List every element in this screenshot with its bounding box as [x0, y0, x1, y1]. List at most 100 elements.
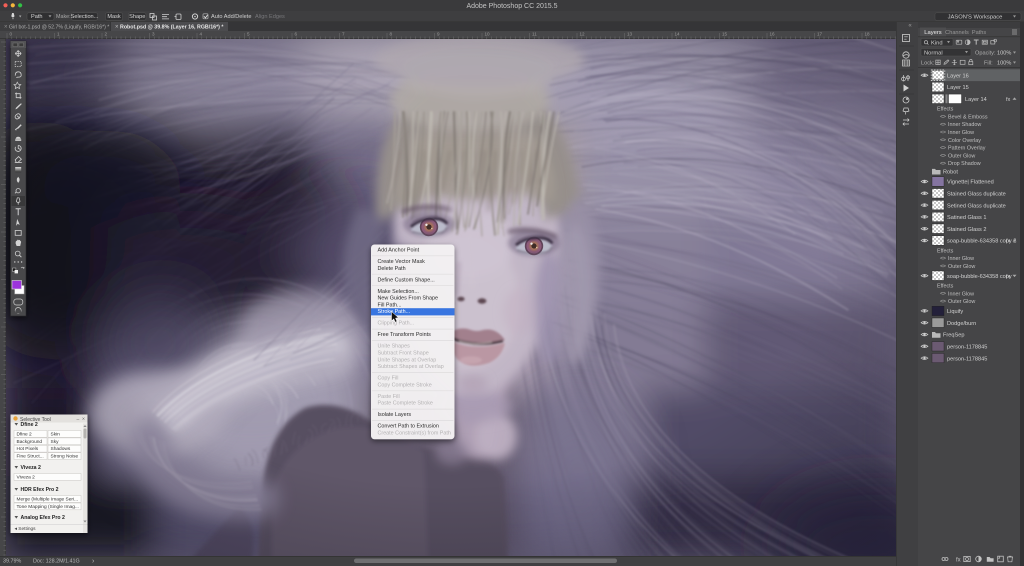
svg-text:person-1178845: person-1178845 [947, 356, 987, 362]
svg-text:100%: 100% [997, 61, 1011, 67]
svg-text:Delete Path: Delete Path [378, 266, 406, 272]
svg-text:×: × [115, 25, 119, 31]
svg-text:Path: Path [31, 14, 43, 20]
svg-text:11: 11 [532, 32, 537, 37]
svg-text:Stained Glass 2: Stained Glass 2 [947, 227, 987, 233]
svg-text:Layers: Layers [924, 30, 942, 36]
svg-text:Dfine 2: Dfine 2 [17, 431, 33, 437]
svg-text:Paths: Paths [972, 30, 987, 36]
svg-text:Robot: Robot [943, 170, 958, 176]
svg-text:soap-bubble-634358 copy: soap-bubble-634358 copy [947, 274, 1012, 280]
svg-text:Fine Struct...: Fine Struct... [17, 454, 44, 460]
svg-text:16: 16 [770, 32, 776, 37]
svg-text:Outer Glow: Outer Glow [948, 153, 975, 159]
svg-text:Outer Glow: Outer Glow [948, 264, 975, 270]
svg-text:17: 17 [817, 32, 823, 37]
svg-text:18: 18 [865, 32, 871, 37]
svg-text:Fill:: Fill: [984, 61, 993, 67]
svg-text:Liquify: Liquify [947, 309, 963, 315]
svg-text:14: 14 [675, 32, 681, 37]
svg-text:5: 5 [247, 32, 250, 37]
svg-text:Paste Complete Stroke: Paste Complete Stroke [378, 401, 433, 407]
svg-text:Setined Glass duplicate: Setined Glass duplicate [947, 203, 1006, 209]
svg-text:Inner Glow: Inner Glow [948, 291, 974, 297]
svg-text:7: 7 [342, 32, 345, 37]
svg-text:Add Anchor Point: Add Anchor Point [378, 248, 420, 254]
svg-text:Free Transform Points: Free Transform Points [378, 332, 432, 338]
svg-text:8: 8 [390, 32, 393, 37]
svg-text:Sky: Sky [51, 439, 60, 445]
svg-text:person-1178845: person-1178845 [947, 345, 987, 351]
svg-text:Outer Glow: Outer Glow [948, 299, 975, 305]
svg-text:Inner Glow: Inner Glow [948, 256, 974, 262]
svg-text:Channels: Channels [945, 30, 969, 36]
svg-text:Create Constraint(s) from Path: Create Constraint(s) from Path [378, 431, 451, 437]
svg-text:Shape: Shape [129, 14, 145, 20]
svg-text:Dfine 2: Dfine 2 [21, 422, 38, 428]
svg-text:fx: fx [1006, 239, 1011, 245]
svg-text:Skin: Skin [51, 431, 61, 437]
svg-text:Opacity:: Opacity: [975, 51, 996, 57]
svg-text:Define Custom Shape...: Define Custom Shape... [378, 277, 435, 283]
svg-text:Mask: Mask [107, 14, 121, 20]
svg-text:1: 1 [57, 32, 60, 37]
svg-text:Stained Glass duplicate: Stained Glass duplicate [947, 192, 1006, 198]
svg-text:Make:: Make: [56, 14, 71, 20]
svg-text:Inner Shadow: Inner Shadow [948, 122, 981, 128]
svg-text:Color Overlay: Color Overlay [948, 138, 981, 144]
svg-text:Unite Shapes: Unite Shapes [378, 344, 411, 350]
svg-text:Vignette| Flattened: Vignette| Flattened [947, 180, 994, 186]
svg-text:Create Vector Mask: Create Vector Mask [378, 259, 426, 265]
svg-text:0: 0 [10, 32, 13, 37]
svg-text:Effects: Effects [937, 284, 954, 290]
svg-text:Selection...: Selection... [71, 14, 99, 20]
svg-text:Unite Shapes at Overlap: Unite Shapes at Overlap [378, 357, 437, 363]
svg-text:Hot Pixels: Hot Pixels [17, 446, 39, 452]
svg-text:Background: Background [17, 439, 43, 445]
svg-text:HDR Efex Pro 2: HDR Efex Pro 2 [21, 487, 59, 493]
svg-text:Inner Glow: Inner Glow [948, 130, 974, 136]
svg-text:Bevel & Emboss: Bevel & Emboss [948, 114, 988, 120]
svg-text:Strong Noise: Strong Noise [51, 454, 79, 460]
svg-text:Doc: 128.2M/1.41G: Doc: 128.2M/1.41G [33, 559, 80, 565]
svg-text:×: × [82, 417, 85, 423]
svg-text:fx: fx [956, 558, 961, 564]
svg-text:9: 9 [437, 32, 440, 37]
svg-text:Subtract Front Shape: Subtract Front Shape [378, 351, 429, 357]
svg-text:Shadows: Shadows [51, 446, 71, 452]
svg-text:Copy Complete Stroke: Copy Complete Stroke [378, 382, 432, 388]
svg-text:4: 4 [200, 32, 203, 37]
svg-text:Copy Fill: Copy Fill [378, 376, 399, 382]
svg-text:Drop Shadow: Drop Shadow [948, 161, 981, 167]
svg-text:Auto Add/Delete: Auto Add/Delete [211, 14, 251, 20]
svg-text:Viveza 2: Viveza 2 [21, 465, 41, 471]
svg-text:Pattern Overlay: Pattern Overlay [948, 146, 986, 152]
svg-text:JASON'S Workspace: JASON'S Workspace [948, 14, 1003, 20]
svg-text:Adobe Photoshop CC 2015.5: Adobe Photoshop CC 2015.5 [466, 3, 557, 10]
svg-text:◂ Settings: ◂ Settings [15, 526, 37, 532]
svg-text:Layer 14: Layer 14 [965, 97, 987, 103]
svg-text:Merge (Multiple Image Seri...: Merge (Multiple Image Seri... [17, 496, 79, 502]
svg-text:Effects: Effects [937, 248, 954, 254]
svg-text:Viveza 2: Viveza 2 [17, 474, 36, 480]
svg-text:15: 15 [722, 32, 728, 37]
svg-text:39.79%: 39.79% [3, 559, 21, 565]
svg-text:Fill Path...: Fill Path... [378, 302, 402, 308]
svg-text:Girl bot-1.psd @ 52.7% (Liquif: Girl bot-1.psd @ 52.7% (Liquify, RGB/16*… [9, 24, 109, 30]
svg-text:FreqSep: FreqSep [943, 333, 964, 339]
svg-text:Tone Mapping (Single Imag...: Tone Mapping (Single Imag... [17, 504, 79, 510]
svg-text:Paste Fill: Paste Fill [378, 394, 400, 400]
svg-text:12: 12 [580, 32, 586, 37]
svg-text:2: 2 [105, 32, 108, 37]
svg-text:Normal: Normal [924, 51, 943, 57]
svg-text:100%: 100% [997, 51, 1011, 57]
svg-text:New Guides From Shape: New Guides From Shape [378, 296, 439, 302]
svg-text:Align Edges: Align Edges [255, 14, 285, 20]
svg-text:Subtract Shapes at Overlap: Subtract Shapes at Overlap [378, 364, 444, 370]
svg-text:Isolate Layers: Isolate Layers [378, 412, 412, 418]
svg-text:Layer 16: Layer 16 [947, 73, 969, 79]
svg-text:Make Selection...: Make Selection... [378, 289, 419, 295]
svg-text:Convert Path to Extrusion: Convert Path to Extrusion [378, 424, 439, 430]
svg-text:Layer 15: Layer 15 [947, 85, 969, 91]
svg-text:6: 6 [295, 32, 298, 37]
